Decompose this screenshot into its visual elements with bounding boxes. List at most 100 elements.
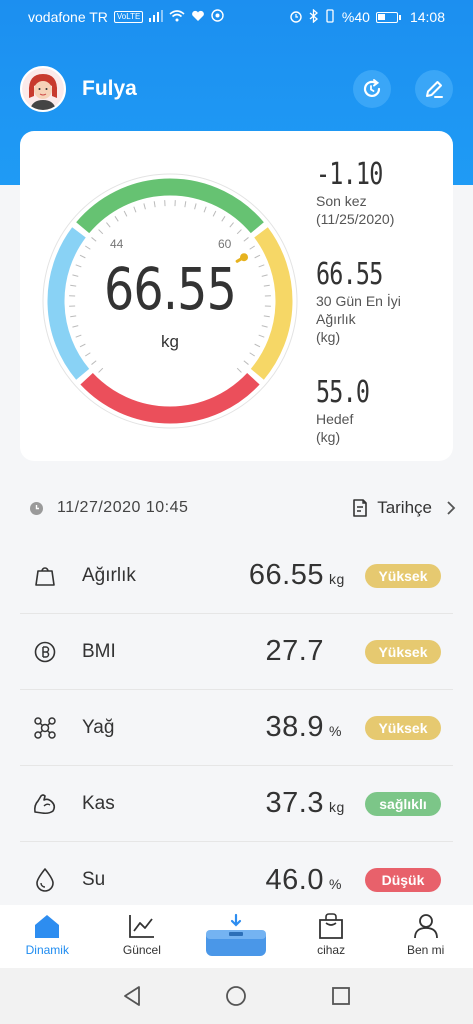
nav-cihaz[interactable]: cihaz bbox=[284, 905, 379, 968]
sync-button[interactable] bbox=[353, 70, 391, 108]
stat-last-change-date: (11/25/2020) bbox=[316, 211, 395, 227]
metric-row-weight[interactable]: Ağırlık 66.55 kg Yüksek bbox=[20, 538, 453, 614]
metric-value: 27.7 bbox=[265, 635, 324, 667]
stat-target-unit: (kg) bbox=[316, 429, 341, 445]
gauge-tick bbox=[91, 360, 97, 365]
nav-guncel[interactable]: Güncel bbox=[95, 905, 190, 968]
status-bar: vodafone TR VoLTE %40 14:08 bbox=[0, 0, 473, 34]
edit-button[interactable] bbox=[415, 70, 453, 108]
metric-value: 46.0 bbox=[265, 863, 324, 896]
muscle-icon bbox=[30, 789, 60, 819]
home-circle-icon[interactable] bbox=[225, 985, 247, 1007]
stat-last-change-value: -1.10 bbox=[316, 157, 383, 192]
gauge-tick bbox=[98, 229, 104, 235]
metric-value: 66.55 bbox=[248, 559, 324, 591]
vibrate-icon bbox=[324, 8, 336, 26]
stat-best-label-3: (kg) bbox=[316, 329, 341, 345]
stat-best-30-day: 66.55 30 Gün En İyi Ağırlık (kg) bbox=[316, 257, 446, 375]
metric-name: Yağ bbox=[82, 716, 115, 738]
status-badge: Düşük bbox=[365, 868, 441, 892]
water-icon bbox=[30, 865, 60, 895]
carrier-label: vodafone TR bbox=[28, 9, 108, 25]
nav-label: Güncel bbox=[122, 943, 161, 957]
battery-icon bbox=[375, 11, 401, 23]
recents-square-icon[interactable] bbox=[331, 986, 351, 1006]
history-link[interactable]: Tarihçe bbox=[351, 498, 456, 518]
avatar[interactable] bbox=[20, 66, 66, 112]
gauge-tick bbox=[85, 245, 91, 250]
alarm-icon bbox=[289, 9, 303, 26]
volte-badge: VoLTE bbox=[113, 11, 144, 23]
gauge-arc-green bbox=[76, 178, 264, 234]
metric-value-block: 27.7 bbox=[266, 635, 343, 668]
battery-percent: %40 bbox=[341, 9, 370, 25]
nav-scale[interactable] bbox=[189, 905, 284, 968]
stat-target: 55.0 Hedef (kg) bbox=[316, 375, 446, 446]
nav-label: Dinamik bbox=[25, 943, 69, 957]
back-triangle-icon[interactable] bbox=[122, 985, 142, 1007]
metric-value: 38.9 bbox=[265, 711, 324, 743]
gauge-arc-red bbox=[80, 372, 260, 424]
metric-value-block: 46.0 % bbox=[266, 864, 343, 897]
history-note-icon bbox=[353, 499, 367, 517]
nav-ben-mi[interactable]: Ben mi bbox=[378, 905, 473, 968]
stat-best-label-2: Ağırlık bbox=[316, 311, 356, 327]
person-icon bbox=[413, 914, 438, 939]
nav-dinamik[interactable]: Dinamik bbox=[0, 905, 95, 968]
gauge-tick bbox=[114, 216, 119, 222]
gauge-tick bbox=[91, 237, 97, 242]
metric-row-fat[interactable]: Yağ 38.9 % Yüksek bbox=[20, 690, 453, 766]
profile-row: Fulya bbox=[20, 66, 453, 112]
bluetooth-icon bbox=[309, 8, 318, 26]
nav-label: cihaz bbox=[317, 943, 346, 957]
gauge-tick bbox=[236, 229, 242, 235]
refresh-icon bbox=[363, 79, 381, 98]
gauge-weight-unit: kg bbox=[161, 332, 179, 351]
stat-target-value: 55.0 bbox=[316, 375, 370, 410]
measurement-datetime: 11/27/2020 10:45 bbox=[57, 499, 189, 516]
gauge-tick bbox=[229, 222, 234, 228]
metric-name: Kas bbox=[82, 792, 115, 814]
gauge-tick bbox=[85, 352, 91, 357]
bottom-navigation: Dinamik Güncel cihaz Ben mi bbox=[0, 905, 473, 968]
weight-summary-card: 44 60 66.55 kg -1.10 Son kez (11/25/2020… bbox=[20, 131, 453, 461]
gauge-tick bbox=[133, 206, 137, 213]
chevron-right-icon bbox=[447, 501, 456, 515]
status-badge: Yüksek bbox=[365, 715, 441, 740]
stat-target-label: Hedef bbox=[316, 411, 354, 427]
metric-name: Ağırlık bbox=[82, 564, 136, 586]
wifi-icon bbox=[169, 9, 185, 25]
gauge-tick bbox=[221, 216, 226, 222]
metric-value: 37.3 bbox=[265, 787, 324, 819]
gauge-tick-low: 44 bbox=[110, 237, 124, 251]
nav-label: Ben mi bbox=[406, 943, 445, 957]
gauge-tick bbox=[236, 367, 242, 373]
gauge-tick bbox=[123, 210, 128, 217]
clock-time: 14:08 bbox=[409, 9, 445, 25]
metric-unit: kg bbox=[329, 571, 345, 587]
status-badge: Yüksek bbox=[365, 563, 441, 588]
user-name: Fulya bbox=[82, 77, 137, 100]
health-heart-icon bbox=[191, 10, 205, 25]
gauge-tick bbox=[249, 352, 255, 357]
fat-icon bbox=[30, 713, 60, 743]
gauge-tick bbox=[143, 203, 146, 210]
bag-icon bbox=[319, 913, 343, 939]
gauge-tick bbox=[106, 222, 111, 228]
metric-row-bmi[interactable]: BMI 27.7 Yüksek bbox=[20, 614, 453, 690]
whatsapp-icon bbox=[211, 9, 225, 25]
scale-button[interactable] bbox=[203, 913, 269, 959]
metric-value-block: 37.3 kg bbox=[265, 787, 345, 820]
gauge-tick bbox=[98, 367, 104, 373]
gauge-tick bbox=[243, 237, 249, 242]
metric-unit: % bbox=[329, 875, 342, 892]
weight-icon bbox=[30, 561, 60, 591]
gauge-tick-high: 60 bbox=[218, 237, 232, 251]
metric-row-muscle[interactable]: Kas 37.3 kg sağlıklı bbox=[20, 766, 453, 842]
gauge-tick bbox=[184, 201, 187, 208]
scale-icon bbox=[206, 913, 267, 956]
gauge-weight-value: 66.55 bbox=[103, 255, 237, 323]
trend-chart-icon bbox=[128, 915, 154, 938]
gauge-tick bbox=[194, 203, 197, 210]
stat-best-label-1: 30 Gün En İyi bbox=[316, 293, 401, 309]
